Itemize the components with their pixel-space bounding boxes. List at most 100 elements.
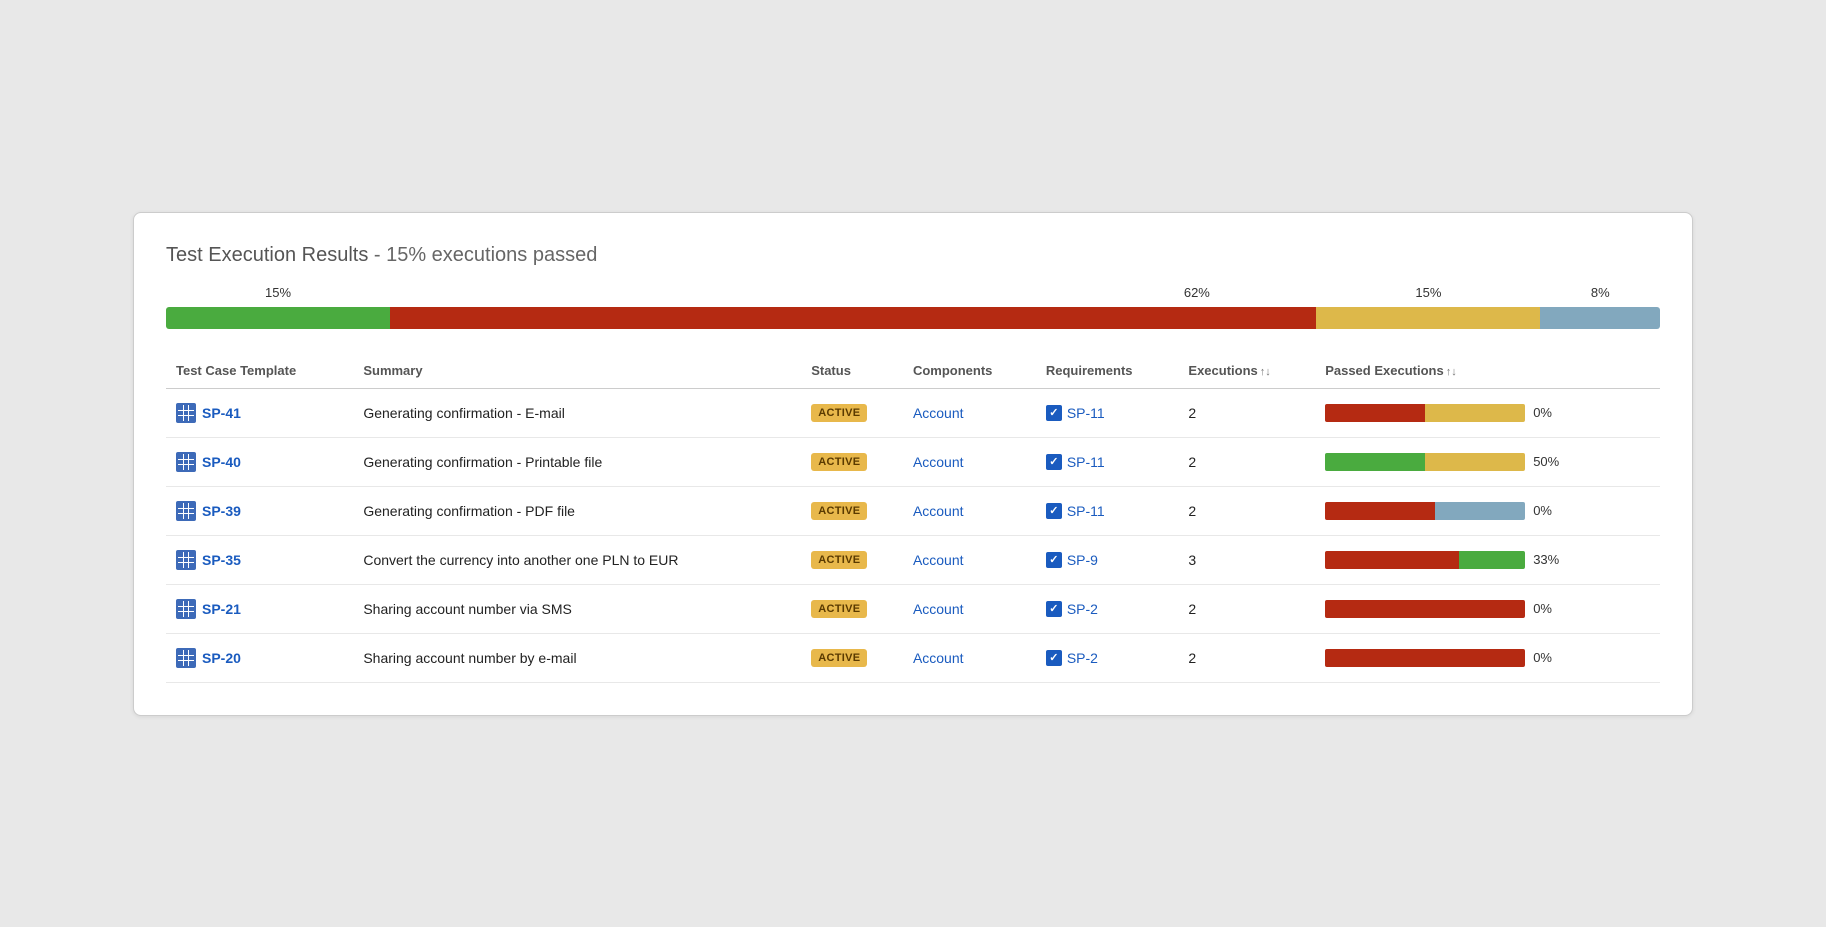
req-link[interactable]: SP-2 bbox=[1067, 601, 1098, 617]
progress-bar-segment bbox=[1540, 307, 1660, 329]
table-row: SP-40 Generating confirmation - Printable… bbox=[166, 437, 1660, 486]
req-link[interactable]: SP-11 bbox=[1067, 405, 1105, 421]
req-link[interactable]: SP-11 bbox=[1067, 503, 1105, 519]
component-link[interactable]: Account bbox=[913, 552, 964, 568]
table-header-cell: Components bbox=[903, 357, 1036, 389]
results-table: Test Case TemplateSummaryStatusComponent… bbox=[166, 357, 1660, 683]
table-header: Test Case TemplateSummaryStatusComponent… bbox=[166, 357, 1660, 389]
cell-requirement: SP-11 bbox=[1036, 486, 1179, 535]
cell-component: Account bbox=[903, 437, 1036, 486]
passed-pct-label: 0% bbox=[1533, 503, 1563, 518]
bar-segment bbox=[1325, 551, 1459, 569]
cell-component: Account bbox=[903, 535, 1036, 584]
cell-summary: Generating confirmation - PDF file bbox=[353, 486, 801, 535]
cell-component: Account bbox=[903, 633, 1036, 682]
cell-status: ACTIVE bbox=[801, 486, 903, 535]
status-badge: ACTIVE bbox=[811, 649, 867, 667]
sp-grid-icon bbox=[176, 452, 196, 472]
req-link[interactable]: SP-11 bbox=[1067, 454, 1105, 470]
component-link[interactable]: Account bbox=[913, 405, 964, 421]
cell-passed-executions: 0% bbox=[1315, 388, 1660, 437]
cell-requirement: SP-2 bbox=[1036, 633, 1179, 682]
sp-link[interactable]: SP-20 bbox=[176, 648, 343, 668]
table-header-cell: Summary bbox=[353, 357, 801, 389]
cell-executions: 2 bbox=[1178, 486, 1315, 535]
cell-template: SP-39 bbox=[166, 486, 353, 535]
cell-status: ACTIVE bbox=[801, 584, 903, 633]
bar-segment bbox=[1325, 600, 1525, 618]
status-badge: ACTIVE bbox=[811, 453, 867, 471]
table-row: SP-35 Convert the currency into another o… bbox=[166, 535, 1660, 584]
sp-grid-icon bbox=[176, 599, 196, 619]
table-row: SP-21 Sharing account number via SMS ACTIV… bbox=[166, 584, 1660, 633]
req-link[interactable]: SP-2 bbox=[1067, 650, 1098, 666]
progress-label: 62% bbox=[1184, 285, 1210, 300]
table-row: SP-20Sharing account number by e-mailACT… bbox=[166, 633, 1660, 682]
cell-component: Account bbox=[903, 388, 1036, 437]
cell-status: ACTIVE bbox=[801, 535, 903, 584]
passed-pct-label: 0% bbox=[1533, 601, 1563, 616]
page-title: Test Execution Results - 15% executions … bbox=[166, 241, 1660, 267]
cell-template: SP-41 bbox=[166, 388, 353, 437]
progress-label: 15% bbox=[1415, 285, 1441, 300]
bar-segment bbox=[1325, 404, 1425, 422]
cell-status: ACTIVE bbox=[801, 633, 903, 682]
status-badge: ACTIVE bbox=[811, 502, 867, 520]
req-checkbox bbox=[1046, 650, 1062, 666]
cell-passed-executions: 50% bbox=[1315, 437, 1660, 486]
passed-pct-label: 33% bbox=[1533, 552, 1563, 567]
sp-link[interactable]: SP-35 bbox=[176, 550, 343, 570]
passed-pct-label: 0% bbox=[1533, 650, 1563, 665]
req-checkbox bbox=[1046, 552, 1062, 568]
cell-template: SP-20 bbox=[166, 633, 353, 682]
table-header-cell: Passed Executions ↑↓ bbox=[1315, 357, 1660, 389]
cell-passed-executions: 0% bbox=[1315, 584, 1660, 633]
component-link[interactable]: Account bbox=[913, 650, 964, 666]
progress-bar-segment bbox=[390, 307, 1316, 329]
bar-segment bbox=[1425, 453, 1525, 471]
cell-executions: 2 bbox=[1178, 633, 1315, 682]
cell-summary: Generating confirmation - E-mail bbox=[353, 388, 801, 437]
cell-summary: Generating confirmation - Printable file bbox=[353, 437, 801, 486]
cell-passed-executions: 0% bbox=[1315, 633, 1660, 682]
cell-summary: Convert the currency into another one PL… bbox=[353, 535, 801, 584]
bar-segment bbox=[1325, 649, 1525, 667]
table-row: SP-39 Generating confirmation - PDF file A… bbox=[166, 486, 1660, 535]
sp-link[interactable]: SP-39 bbox=[176, 501, 343, 521]
cell-summary: Sharing account number via SMS bbox=[353, 584, 801, 633]
bar-segment bbox=[1425, 404, 1525, 422]
req-checkbox bbox=[1046, 454, 1062, 470]
passed-pct-label: 0% bbox=[1533, 405, 1563, 420]
component-link[interactable]: Account bbox=[913, 454, 964, 470]
sp-grid-icon bbox=[176, 403, 196, 423]
cell-passed-executions: 33% bbox=[1315, 535, 1660, 584]
sp-link[interactable]: SP-41 bbox=[176, 403, 343, 423]
table-body: SP-41 Generating confirmation - E-mail ACT… bbox=[166, 388, 1660, 682]
status-badge: ACTIVE bbox=[811, 404, 867, 422]
component-link[interactable]: Account bbox=[913, 503, 964, 519]
results-card: Test Execution Results - 15% executions … bbox=[133, 212, 1693, 716]
bar-segment bbox=[1435, 502, 1525, 520]
req-link[interactable]: SP-9 bbox=[1067, 552, 1098, 568]
progress-label: 15% bbox=[265, 285, 291, 300]
table-header-cell: Requirements bbox=[1036, 357, 1179, 389]
sort-icon[interactable]: ↑↓ bbox=[1446, 366, 1457, 378]
req-checkbox bbox=[1046, 601, 1062, 617]
sp-grid-icon bbox=[176, 648, 196, 668]
cell-executions: 2 bbox=[1178, 437, 1315, 486]
sp-link[interactable]: SP-21 bbox=[176, 599, 343, 619]
sort-icon[interactable]: ↑↓ bbox=[1260, 366, 1271, 378]
table-header-cell: Executions ↑↓ bbox=[1178, 357, 1315, 389]
bar-segment bbox=[1325, 453, 1425, 471]
component-link[interactable]: Account bbox=[913, 601, 964, 617]
passed-bar bbox=[1325, 404, 1525, 422]
req-checkbox bbox=[1046, 405, 1062, 421]
sp-link[interactable]: SP-40 bbox=[176, 452, 343, 472]
passed-bar bbox=[1325, 600, 1525, 618]
status-badge: ACTIVE bbox=[811, 600, 867, 618]
cell-requirement: SP-11 bbox=[1036, 437, 1179, 486]
cell-executions: 2 bbox=[1178, 388, 1315, 437]
progress-section: 15%62%15%8% bbox=[166, 285, 1660, 329]
req-checkbox bbox=[1046, 503, 1062, 519]
bar-segment bbox=[1459, 551, 1525, 569]
